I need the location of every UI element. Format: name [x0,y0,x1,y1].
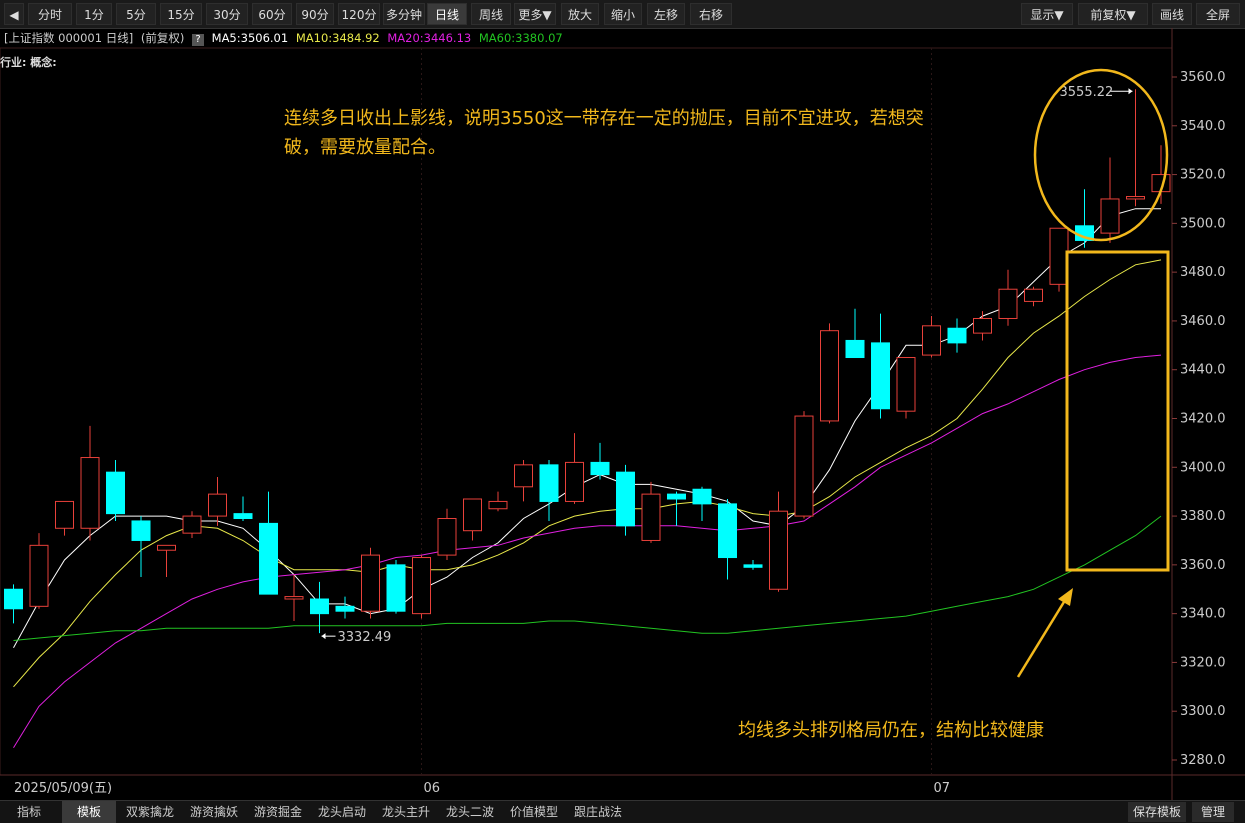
candle-body-21 [539,464,559,502]
candle-body-1 [29,544,49,607]
candle-body-5 [131,520,151,541]
candle-body-36 [922,325,941,356]
candle-body-24 [616,471,635,527]
annotation-arrow-head [1058,588,1073,606]
ytick-label-12: 3320.0 [1180,655,1226,670]
candle-body-8 [208,493,227,517]
candle-body-32 [820,330,839,422]
candle-body-22 [565,461,584,502]
ytick-label-9: 3380.0 [1180,509,1226,524]
candle-body-17 [437,518,457,556]
candle-body-20 [514,464,533,488]
high-price-label: 3555.22 [1060,85,1114,100]
bottom-tab-2[interactable]: 双紫擒龙 [120,801,180,823]
candle-body-15 [386,564,406,612]
candle-body-10 [259,522,278,595]
candle-body-39 [998,288,1018,319]
candle-body-2 [55,500,74,529]
candle-body-0 [4,588,23,610]
ytick-label-10: 3360.0 [1180,558,1226,573]
candle-body-34 [871,342,890,410]
candle-body-7 [182,515,202,534]
save-template-button[interactable]: 保存模板 [1128,802,1186,822]
candle-body-6 [157,544,176,551]
candle-body-27 [692,488,712,505]
ma-line-ma5 [13,208,1161,649]
xtick-label-0: 2025/05/09(五) [14,781,112,796]
candle-body-4 [106,471,125,515]
candle-body-9 [233,513,253,520]
annotation-text-1-line-2: 破，需要放量配合。 [284,137,446,158]
bottom-tab-6[interactable]: 龙头主升 [376,801,436,823]
bottom-tab-4[interactable]: 游资掘金 [248,801,308,823]
ytick-label-5: 3460.0 [1180,314,1226,329]
ytick-label-14: 3280.0 [1180,753,1226,768]
candle-body-11 [284,596,304,600]
plot-frame [0,47,1173,776]
ytick-label-4: 3480.0 [1180,265,1226,280]
candle-body-3 [80,457,100,529]
candle-body-19 [488,500,508,510]
candle-body-23 [590,461,610,476]
annotation-text-2: 均线多头排列格局仍在，结构比较健康 [738,720,1044,741]
ma-line-ma20 [13,354,1162,749]
candle-body-13 [335,605,355,612]
candle-body-12 [310,598,329,615]
ytick-label-8: 3400.0 [1180,460,1226,475]
ytick-label-3: 3500.0 [1180,216,1226,231]
ytick-label-7: 3420.0 [1180,412,1226,427]
candle-body-28 [718,503,737,559]
ytick-label-13: 3300.0 [1180,704,1226,719]
ytick-label-1: 3540.0 [1180,119,1226,134]
candle-body-44 [1126,196,1145,200]
bottom-tab-5[interactable]: 龙头启动 [312,801,372,823]
annotation-arrow-shaft [1016,596,1069,678]
candle-body-38 [973,317,992,334]
candle-body-14 [361,554,380,612]
ytick-label-0: 3560.0 [1180,70,1226,85]
ytick-label-11: 3340.0 [1180,607,1226,622]
xtick-label-1: 06 [424,781,441,796]
candle-body-16 [412,557,431,615]
annotation-text-1-line-1: 连续多日收出上影线，说明3550这一带存在一定的抛压，目前不宜进攻，若想突 [284,108,924,129]
ytick-label-6: 3440.0 [1180,363,1226,378]
low-price-label: 3332.49 [338,630,392,645]
high-marker-arrow [1128,88,1133,95]
candle-body-18 [463,498,482,532]
bottom-tab-7[interactable]: 龙头二波 [440,801,500,823]
bottom-tab-8[interactable]: 价值模型 [504,801,564,823]
bottom-bar: 指标 模板 双紫擒龙 游资擒妖 游资掘金 龙头启动 龙头主升 龙头二波 价值模型 跟庄战法 保存模… [0,800,1245,823]
candle-body-29 [743,564,763,568]
candle-body-41 [1049,227,1069,285]
candle-body-35 [896,357,916,412]
candle-body-26 [667,493,686,500]
low-marker-arrow [321,633,326,640]
candlestick-chart[interactable]: 3560.0 3540.0 3520.0 3500.0 3480.0 3460.0 3440… [0,0,1245,800]
manage-button[interactable]: 管理 [1192,802,1234,822]
candle-body-43 [1100,198,1120,234]
bottom-tab-3[interactable]: 游资擒妖 [184,801,244,823]
candle-body-25 [641,493,661,541]
candle-body-40 [1024,288,1043,302]
xtick-label-2: 07 [934,781,951,796]
bottom-tab-0[interactable]: 指标 [4,801,54,823]
candle-body-37 [947,327,967,344]
bottom-tab-1[interactable]: 模板 [62,801,116,823]
candle-body-30 [769,510,788,590]
candle-body-31 [794,415,814,517]
bottom-tab-9[interactable]: 跟庄战法 [568,801,628,823]
candle-body-33 [845,339,865,359]
ma-line-ma60 [13,515,1162,641]
ytick-label-2: 3520.0 [1180,168,1226,183]
